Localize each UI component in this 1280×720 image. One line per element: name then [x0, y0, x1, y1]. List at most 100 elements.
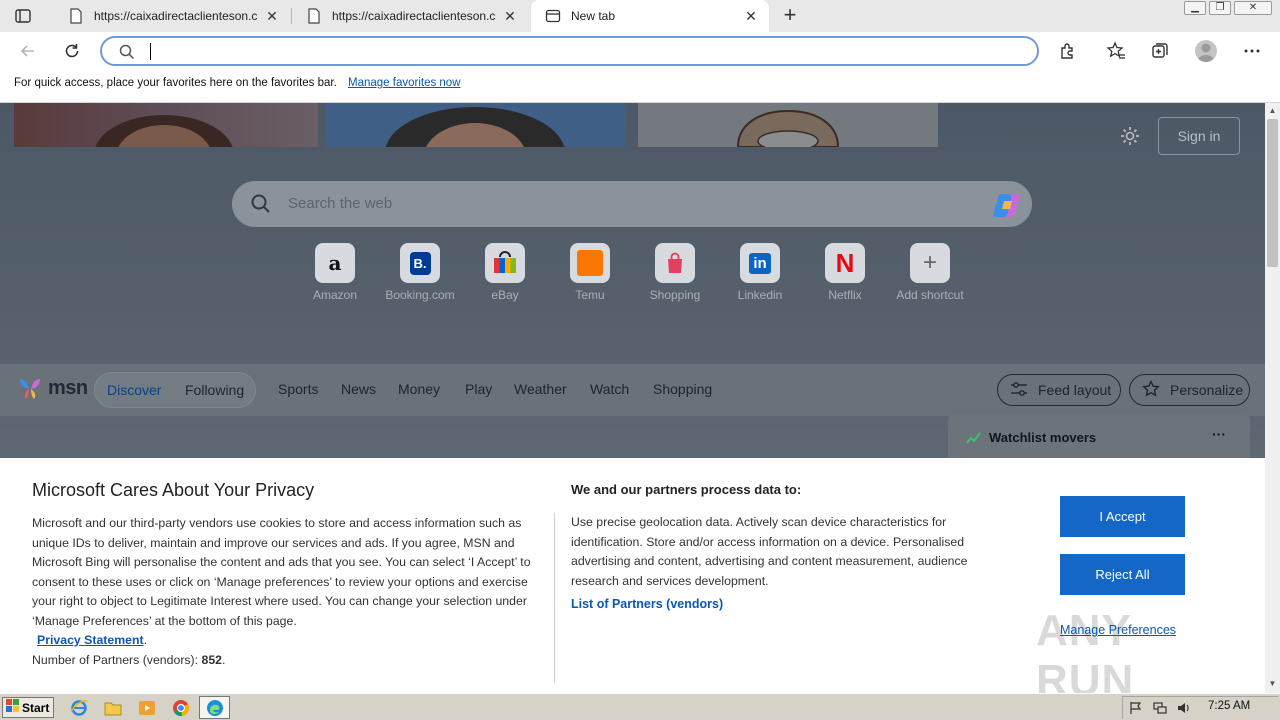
address-bar[interactable] [100, 36, 1039, 66]
msn-wordmark: msn [48, 376, 88, 399]
trend-chart-icon [966, 431, 982, 449]
new-tab-icon [545, 8, 561, 24]
address-input[interactable] [148, 41, 1008, 61]
nav-sports[interactable]: Sports [278, 381, 318, 397]
reject-all-button[interactable]: Reject All [1060, 554, 1185, 595]
nav-money[interactable]: Money [398, 381, 440, 397]
nav-shopping[interactable]: Shopping [653, 381, 712, 397]
web-search-box[interactable]: Search the web [232, 181, 1032, 227]
news-thumbnail [385, 107, 565, 147]
volume-icon[interactable] [1177, 701, 1191, 715]
scrollbar-thumb[interactable] [1267, 119, 1278, 267]
anyrun-watermark: ANY RUN [1036, 606, 1135, 705]
more-options-icon[interactable]: ··· [1212, 426, 1226, 442]
extensions-icon[interactable] [1057, 40, 1079, 62]
minimize-button[interactable]: ▁ [1184, 1, 1206, 15]
privacy-statement-link[interactable]: Privacy Statement [37, 633, 144, 647]
sign-in-button[interactable]: Sign in [1158, 117, 1240, 155]
media-player-icon[interactable] [138, 699, 156, 717]
tab-2[interactable]: https://caixadirectaclienteson.c ✕ [292, 0, 528, 32]
purposes-body: Use precise geolocation data. Actively s… [571, 515, 968, 588]
shortcut-label: Add shortcut [896, 288, 964, 302]
shortcut-temu[interactable]: Temu [547, 243, 633, 302]
shopping-bag-icon [655, 243, 695, 283]
tab-1[interactable]: https://caixadirectaclienteson.c ✕ [54, 0, 290, 32]
restore-button[interactable]: ❐ [1209, 1, 1231, 15]
list-of-partners-link[interactable]: List of Partners (vendors) [571, 597, 723, 611]
close-icon[interactable]: ✕ [502, 8, 518, 24]
sparkle-star-icon [1142, 379, 1160, 401]
close-icon[interactable]: ✕ [743, 8, 759, 24]
shortcut-label: Netflix [828, 288, 862, 302]
nav-news[interactable]: News [341, 381, 376, 397]
nav-play[interactable]: Play [465, 381, 492, 397]
start-button[interactable]: Start [2, 697, 54, 718]
sliders-icon [1010, 381, 1028, 400]
shortcut-booking[interactable]: B. Booking.com [377, 243, 463, 302]
tab-new-tab[interactable]: New tab ✕ [531, 0, 769, 32]
shortcut-netflix[interactable]: N Netflix [802, 243, 888, 302]
msn-butterfly-icon [20, 379, 40, 399]
news-card[interactable] [325, 103, 626, 147]
booking-icon: B. [400, 243, 440, 283]
new-tab-button[interactable]: + [779, 4, 801, 27]
profile-avatar[interactable] [1195, 40, 1217, 62]
back-icon[interactable] [17, 40, 39, 62]
temu-icon [570, 243, 610, 283]
amazon-icon: a [315, 243, 355, 283]
tab-following[interactable]: Following [185, 382, 244, 398]
scroll-up-icon[interactable]: ▲ [1268, 106, 1277, 115]
msn-logo[interactable]: msn [16, 375, 88, 401]
shortcut-add[interactable]: + Add shortcut [887, 243, 973, 302]
refresh-icon[interactable] [61, 40, 83, 62]
nav-watch[interactable]: Watch [590, 381, 629, 397]
windows-logo-icon [6, 699, 20, 716]
tile-glyph: a [328, 251, 342, 275]
tab-discover[interactable]: Discover [107, 382, 161, 398]
gear-icon[interactable] [1119, 125, 1141, 147]
chrome-icon[interactable] [172, 699, 190, 717]
shortcut-label: Shopping [649, 288, 701, 302]
news-card[interactable] [638, 103, 938, 147]
internet-explorer-icon[interactable] [70, 699, 88, 717]
collections-icon[interactable] [1149, 40, 1171, 62]
news-thumbnail [736, 109, 840, 147]
flag-icon[interactable] [1129, 701, 1143, 715]
shortcut-label: eBay [491, 288, 519, 302]
privacy-consent-dialog: Microsoft Cares About Your Privacy Micro… [0, 458, 1265, 705]
partners-count-label: Number of Partners (vendors): [32, 652, 199, 667]
period: . [143, 633, 148, 647]
watchlist-card: Watchlist movers ··· [948, 414, 1250, 458]
shortcut-amazon[interactable]: a Amazon [292, 243, 378, 302]
shortcut-label: Booking.com [385, 288, 455, 302]
shortcut-label: Amazon [312, 288, 358, 302]
purposes-heading: We and our partners process data to: [571, 482, 802, 497]
msn-header: msn Discover Following Sports News Money… [0, 364, 1265, 416]
plus-icon: + [910, 243, 950, 283]
dialog-divider [554, 513, 555, 683]
watchlist-title: Watchlist movers [989, 430, 1097, 445]
close-window-button[interactable]: ✕ [1234, 1, 1272, 15]
accept-button[interactable]: I Accept [1060, 496, 1185, 537]
page-icon [306, 8, 322, 24]
shortcut-ebay[interactable]: eBay [462, 243, 548, 302]
nav-weather[interactable]: Weather [514, 381, 567, 397]
shortcut-shopping[interactable]: Shopping [632, 243, 718, 302]
shortcut-linkedin[interactable]: in Linkedin [717, 243, 803, 302]
manage-preferences-link[interactable]: Manage Preferences [1060, 623, 1176, 637]
network-icon[interactable] [1153, 701, 1167, 715]
page-scrollbar[interactable]: ▲ ▼ [1265, 103, 1280, 693]
feed-layout-button[interactable]: Feed layout [997, 374, 1121, 406]
page-icon [68, 8, 84, 24]
file-explorer-icon[interactable] [104, 699, 122, 717]
news-card[interactable] [14, 103, 318, 147]
edge-taskbar-button[interactable] [199, 696, 230, 719]
favorites-icon[interactable] [1105, 40, 1127, 62]
more-options-icon[interactable] [1241, 40, 1263, 62]
copilot-icon[interactable] [992, 191, 1022, 219]
manage-favorites-link[interactable]: Manage favorites now [348, 77, 461, 89]
scroll-down-icon[interactable]: ▼ [1268, 679, 1277, 688]
tab-actions-icon[interactable] [12, 6, 34, 26]
close-icon[interactable]: ✕ [264, 8, 280, 24]
personalize-button[interactable]: Personalize [1129, 374, 1250, 406]
